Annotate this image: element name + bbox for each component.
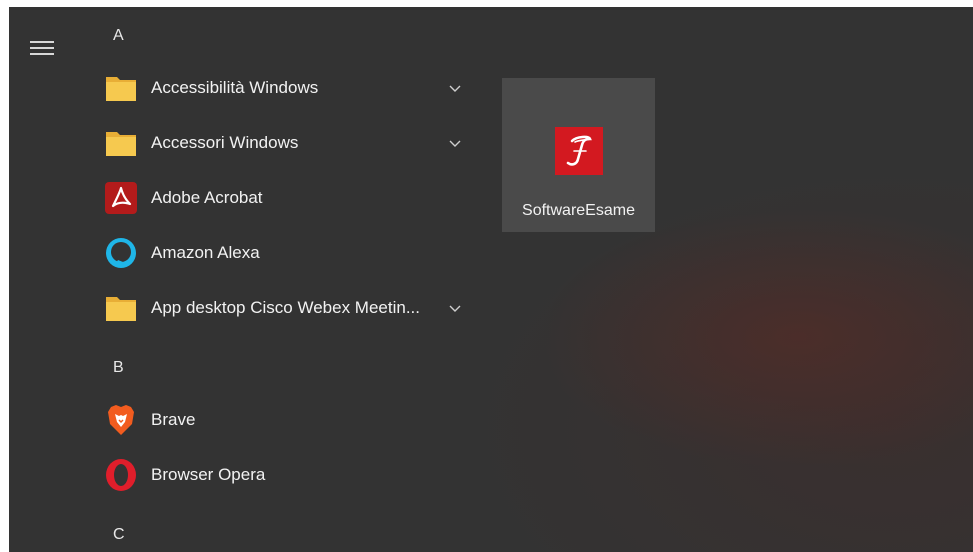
- alexa-icon: [106, 238, 136, 268]
- tile-softwareesame[interactable]: SoftwareEsame: [502, 78, 655, 232]
- adobe-acrobat-icon: [105, 182, 137, 214]
- app-label: Accessibilità Windows: [151, 78, 319, 97]
- software-esame-glyph-icon: [566, 135, 592, 166]
- list-item-adobe-acrobat[interactable]: Adobe Acrobat: [99, 173, 477, 223]
- app-label: Accessori Windows: [151, 133, 299, 152]
- app-list: A Accessibilità Windows Accessori Window…: [99, 7, 479, 552]
- app-label: Browser Opera: [151, 465, 266, 484]
- letter-header-b[interactable]: B: [113, 353, 153, 383]
- hamburger-menu-icon[interactable]: [30, 39, 56, 59]
- list-item-amazon-alexa[interactable]: Amazon Alexa: [99, 228, 477, 278]
- folder-icon: [106, 77, 136, 101]
- list-item-accessori-windows[interactable]: Accessori Windows: [99, 118, 477, 168]
- start-menu: A Accessibilità Windows Accessori Window…: [9, 7, 973, 552]
- software-esame-icon: [555, 127, 603, 175]
- chevron-down-icon[interactable]: [447, 80, 463, 96]
- opera-icon: [106, 459, 136, 491]
- chevron-down-icon[interactable]: [447, 135, 463, 151]
- folder-icon: [106, 297, 136, 321]
- list-item-brave[interactable]: Brave: [99, 395, 477, 445]
- folder-icon: [106, 132, 136, 156]
- tile-label: SoftwareEsame: [522, 202, 635, 219]
- letter-header-c[interactable]: C: [113, 520, 153, 550]
- chevron-down-icon[interactable]: [447, 300, 463, 316]
- letter-header-a[interactable]: A: [113, 21, 153, 51]
- list-item-accessibilita-windows[interactable]: Accessibilità Windows: [99, 63, 477, 113]
- brave-lion-icon: [108, 405, 134, 435]
- app-label: Brave: [151, 410, 196, 429]
- list-item-browser-opera[interactable]: Browser Opera: [99, 450, 477, 500]
- list-item-cisco-webex[interactable]: App desktop Cisco Webex Meetin...: [99, 283, 477, 333]
- app-label: Adobe Acrobat: [151, 188, 263, 207]
- app-label: App desktop Cisco Webex Meetin...: [151, 298, 420, 317]
- app-label: Amazon Alexa: [151, 243, 260, 262]
